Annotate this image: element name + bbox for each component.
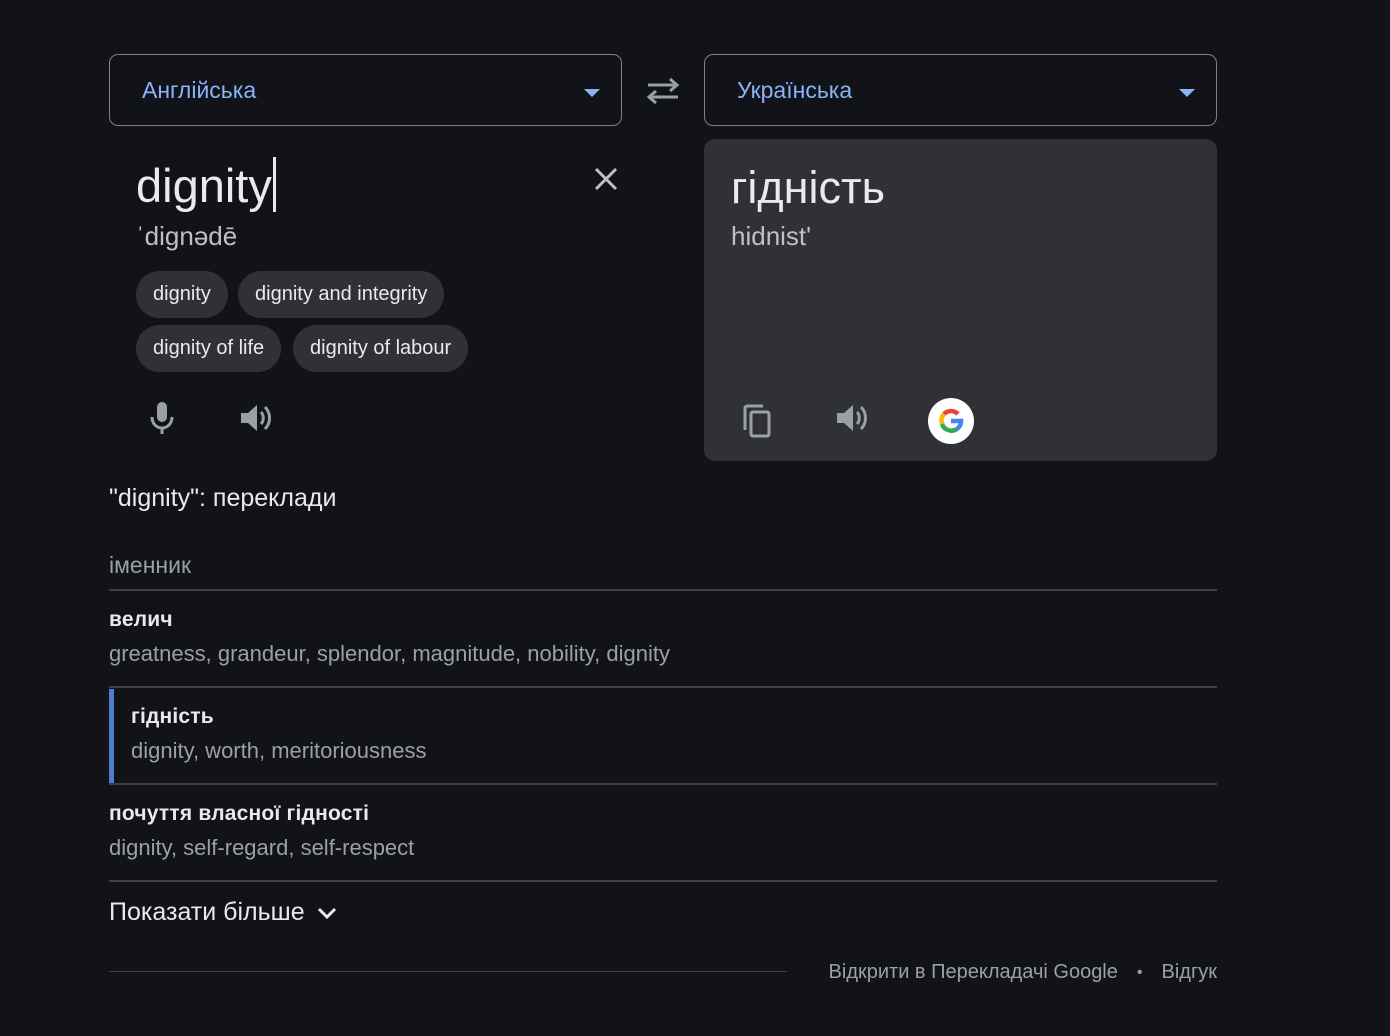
swap-languages-button[interactable] xyxy=(642,72,684,110)
microphone-icon xyxy=(150,402,174,434)
listen-source-button[interactable] xyxy=(236,398,276,438)
suggestion-chip[interactable]: dignity of labour xyxy=(293,325,469,372)
translation-result-card: гідність hidnistʹ xyxy=(704,139,1217,461)
translation-synonyms: dignity, self-regard, self-respect xyxy=(109,835,415,860)
suggestion-chip[interactable]: dignity xyxy=(136,271,228,318)
source-language-select[interactable]: Англійська xyxy=(109,54,622,126)
divider xyxy=(109,783,1217,785)
source-text-input[interactable]: dignity xyxy=(136,156,276,216)
divider xyxy=(109,686,1217,688)
target-language-label: Українська xyxy=(737,76,853,103)
source-text-value: dignity xyxy=(136,159,272,212)
translation-term: гідність xyxy=(131,705,214,728)
divider xyxy=(109,589,1217,591)
chevron-down-icon xyxy=(1179,89,1195,97)
translation-entry[interactable]: велич greatness, grandeur, splendor, mag… xyxy=(109,608,1217,667)
translation-text: гідність xyxy=(731,162,886,213)
speaker-icon xyxy=(837,405,867,431)
translation-entry-selected[interactable]: гідність dignity, worth, meritoriousness xyxy=(109,689,1217,783)
google-search-button[interactable] xyxy=(928,398,974,444)
show-more-button[interactable]: Показати більше xyxy=(109,898,339,927)
source-language-label: Англійська xyxy=(142,76,257,103)
translation-term: почуття власної гідності xyxy=(109,802,370,825)
translation-synonyms: dignity, worth, meritoriousness xyxy=(131,738,427,763)
show-more-label: Показати більше xyxy=(109,898,305,926)
swap-arrows-icon xyxy=(646,77,680,105)
feedback-link[interactable]: Відгук xyxy=(1162,961,1218,984)
footer: Відкрити в Перекладачі Google • Відгук xyxy=(829,961,1217,984)
listen-translation-button[interactable] xyxy=(832,398,872,438)
text-cursor xyxy=(272,157,276,212)
part-of-speech-label: іменник xyxy=(109,552,192,578)
footer-divider xyxy=(109,971,787,972)
divider xyxy=(109,880,1217,882)
close-icon xyxy=(594,167,618,191)
suggestion-chip[interactable]: dignity of life xyxy=(136,325,282,372)
copy-translation-button[interactable] xyxy=(737,401,777,441)
google-logo-icon xyxy=(939,408,964,433)
chevron-down-icon xyxy=(317,907,336,919)
translation-transliteration: hidnistʹ xyxy=(731,221,812,251)
target-language-select[interactable]: Українська xyxy=(704,54,1217,126)
clear-source-button[interactable] xyxy=(589,162,623,196)
copy-icon xyxy=(743,404,771,438)
speaker-icon xyxy=(241,405,271,431)
translation-entry[interactable]: почуття власної гідності dignity, self-r… xyxy=(109,802,1217,861)
chevron-down-icon xyxy=(584,89,600,97)
suggestion-chip[interactable]: dignity and integrity xyxy=(238,271,445,318)
open-in-translate-link[interactable]: Відкрити в Перекладачі Google xyxy=(829,961,1118,984)
translation-term: велич xyxy=(109,608,173,631)
translation-synonyms: greatness, grandeur, splendor, magnitude… xyxy=(109,641,670,666)
source-transliteration: ˈdiɡnədē xyxy=(136,221,238,251)
footer-separator: • xyxy=(1136,963,1143,981)
translations-heading: "dignity": переклади xyxy=(109,484,337,512)
voice-input-button[interactable] xyxy=(142,398,182,438)
